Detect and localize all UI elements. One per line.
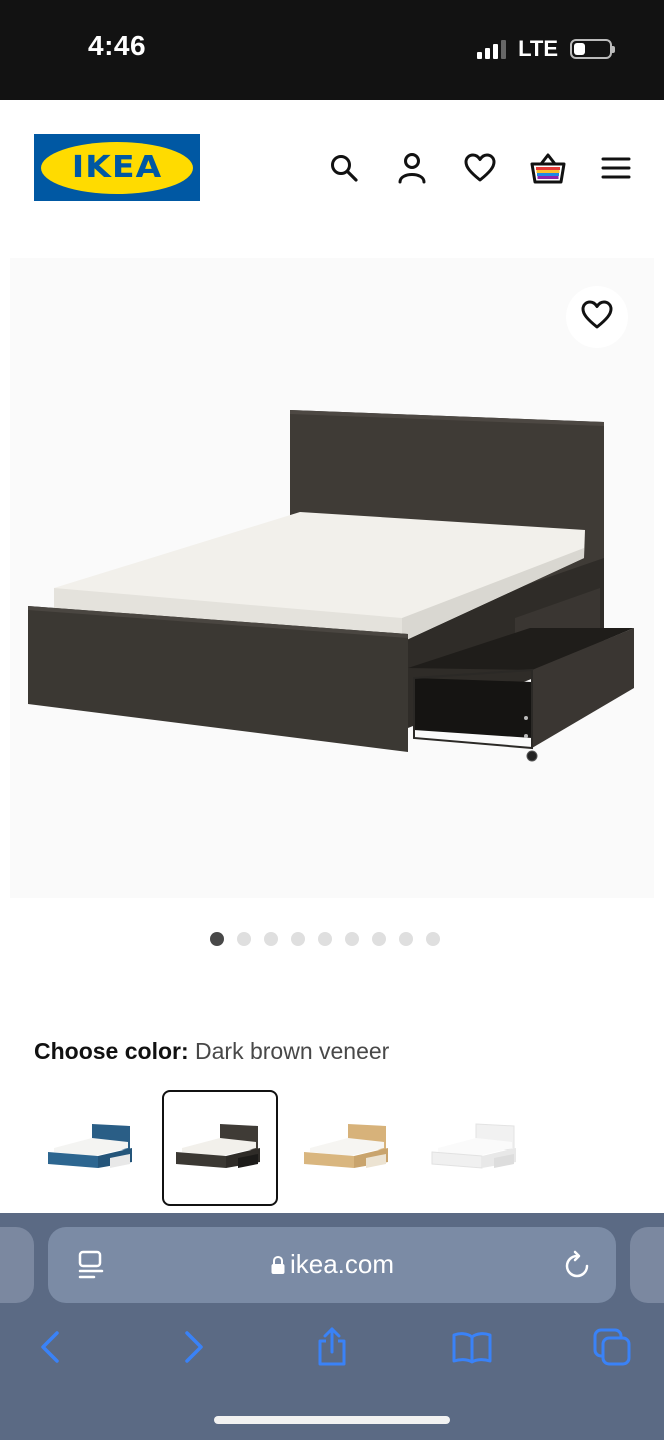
choose-color-label: Choose color:: [34, 1038, 189, 1064]
share-icon[interactable]: [310, 1325, 354, 1369]
carousel-dot[interactable]: [345, 932, 359, 946]
carousel-dot[interactable]: [210, 932, 224, 946]
signal-icon: [477, 39, 507, 59]
color-swatches: [34, 1090, 534, 1206]
carousel-dot[interactable]: [264, 932, 278, 946]
home-indicator[interactable]: [214, 1416, 450, 1424]
status-bar: 4:46 LTE: [0, 0, 664, 100]
lock-icon: [270, 1251, 286, 1282]
browser-toolbar: [0, 1325, 664, 1385]
browser-bottom-bar: ikea.com: [0, 1213, 664, 1440]
ikea-logo[interactable]: IKEA: [34, 134, 200, 201]
swatch-white[interactable]: [418, 1090, 534, 1206]
carousel-dot[interactable]: [372, 932, 386, 946]
header-actions: [326, 150, 634, 186]
basket-icon[interactable]: [530, 150, 566, 186]
selected-color-value: Dark brown veneer: [195, 1038, 390, 1064]
back-icon[interactable]: [28, 1325, 72, 1369]
menu-icon[interactable]: [598, 150, 634, 186]
product-image[interactable]: [10, 258, 654, 898]
account-icon[interactable]: [394, 150, 430, 186]
search-icon[interactable]: [326, 150, 362, 186]
battery-icon: [570, 39, 615, 59]
carousel-pagination: [0, 932, 657, 946]
url-text: ikea.com: [289, 1249, 395, 1279]
status-indicators: LTE: [477, 36, 615, 62]
logo-text: IKEA: [71, 150, 163, 185]
carousel-dot[interactable]: [318, 932, 332, 946]
swatch-oak-veneer[interactable]: [290, 1090, 406, 1206]
carousel-dot[interactable]: [426, 932, 440, 946]
heart-icon: [581, 300, 613, 335]
color-chooser-label: Choose color: Dark brown veneer: [34, 1038, 389, 1065]
heart-icon[interactable]: [462, 150, 498, 186]
bed-illustration: [28, 410, 634, 762]
swatch-dark-brown[interactable]: [162, 1090, 278, 1206]
url-display[interactable]: ikea.com: [48, 1249, 616, 1282]
network-label: LTE: [518, 36, 558, 61]
status-time: 4:46: [88, 30, 147, 61]
next-tab-preview[interactable]: [630, 1227, 664, 1303]
add-to-favorites-button[interactable]: [566, 286, 628, 348]
previous-tab-preview[interactable]: [0, 1227, 34, 1303]
carousel-dot[interactable]: [291, 932, 305, 946]
site-header: IKEA: [0, 100, 664, 230]
bookmarks-icon[interactable]: [450, 1325, 494, 1369]
carousel-dot[interactable]: [399, 932, 413, 946]
swatch-blue[interactable]: [34, 1090, 150, 1206]
forward-icon[interactable]: [172, 1325, 216, 1369]
address-bar[interactable]: ikea.com: [48, 1227, 616, 1303]
tabs-icon[interactable]: [590, 1325, 634, 1369]
carousel-dot[interactable]: [237, 932, 251, 946]
reload-icon[interactable]: [562, 1249, 592, 1281]
